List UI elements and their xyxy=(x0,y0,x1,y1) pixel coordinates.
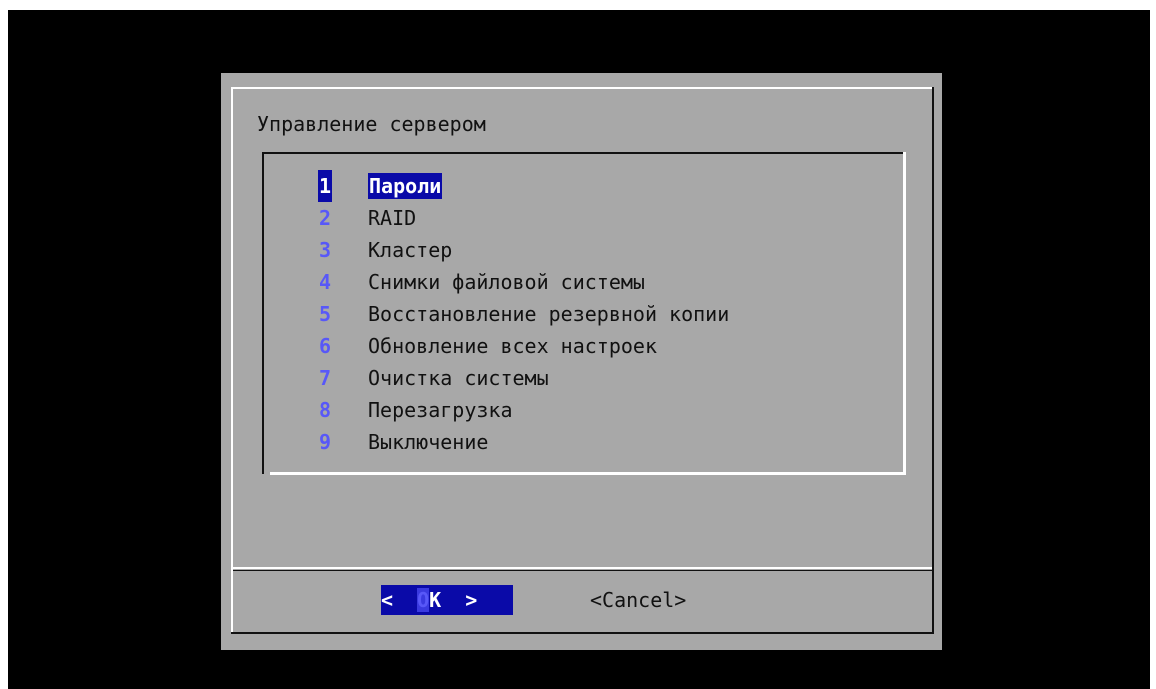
menu-item-update-settings[interactable]: 6 Обновление всех настроек xyxy=(318,330,657,362)
menu-box-right xyxy=(903,152,906,474)
dialog-frame-right xyxy=(932,87,934,634)
menu-item-key: 7 xyxy=(318,366,332,390)
menu-item-key: 8 xyxy=(318,398,332,422)
button-area-divider-shadow xyxy=(233,570,932,571)
ok-button[interactable]: < OK > xyxy=(381,585,513,615)
menu-item-label: Восстановление резервной копии xyxy=(368,302,730,326)
menu-item-backup-restore[interactable]: 5 Восстановление резервной копии xyxy=(318,298,729,330)
ok-button-hotkey: O xyxy=(417,588,430,612)
menu-item-key: 1 xyxy=(318,170,332,202)
menu-item-system-cleanup[interactable]: 7 Очистка системы xyxy=(318,362,549,394)
menu-box-left xyxy=(262,152,264,474)
menu-item-key: 6 xyxy=(318,334,332,358)
menu-box-bottom xyxy=(270,472,906,475)
menu-item-label: Перезагрузка xyxy=(368,398,513,422)
menu-item-label: Пароли xyxy=(368,173,443,199)
ok-button-rest: K > xyxy=(429,588,478,612)
ok-button-left: < xyxy=(381,588,418,612)
menu-item-shutdown[interactable]: 9 Выключение xyxy=(318,426,488,458)
dialog-title: Управление сервером xyxy=(257,112,486,136)
menu-item-filesystem-snapshots[interactable]: 4 Снимки файловой системы xyxy=(318,266,645,298)
menu-item-key: 9 xyxy=(318,430,332,454)
menu-item-raid[interactable]: 2 RAID xyxy=(318,202,416,234)
menu-item-key: 3 xyxy=(318,238,332,262)
dialog-frame-top xyxy=(231,87,934,89)
menu-item-label: RAID xyxy=(368,206,417,230)
menu-item-key: 2 xyxy=(318,206,332,230)
menu-item-key: 4 xyxy=(318,270,332,294)
dialog-frame-bottom xyxy=(231,632,934,634)
menu-item-label: Обновление всех настроек xyxy=(368,334,657,358)
menu-item-label: Кластер xyxy=(368,238,453,262)
menu-item-key: 5 xyxy=(318,302,332,326)
menu-item-label: Очистка системы xyxy=(368,366,549,390)
dialog-frame-left xyxy=(231,87,233,634)
menu-item-label: Снимки файловой системы xyxy=(368,270,645,294)
cancel-button[interactable]: <Cancel> xyxy=(590,585,686,615)
menu-list: 1 Пароли 2 RAID 3 Кластер 4 Снимки файло… xyxy=(318,170,729,458)
menu-item-label: Выключение xyxy=(368,430,489,454)
menu-item-cluster[interactable]: 3 Кластер xyxy=(318,234,452,266)
button-area-divider xyxy=(233,567,932,569)
menu-item-passwords[interactable]: 1 Пароли xyxy=(318,170,443,202)
menu-box-top xyxy=(262,152,905,154)
menu-item-reboot[interactable]: 8 Перезагрузка xyxy=(318,394,513,426)
